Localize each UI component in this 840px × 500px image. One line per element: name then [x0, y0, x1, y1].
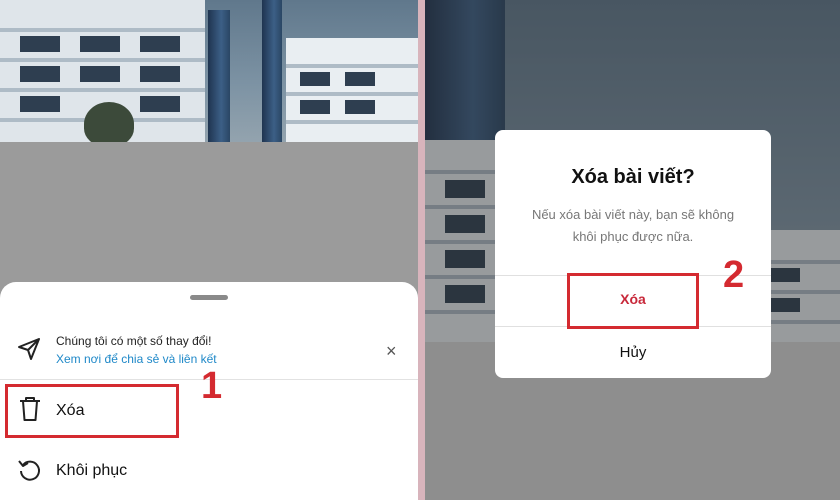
drag-handle[interactable] — [190, 295, 228, 300]
cancel-button[interactable]: Hủy — [495, 344, 771, 361]
restore-label: Khôi phục — [56, 462, 128, 479]
step-number-2: 2 — [723, 254, 745, 296]
dialog-title: Xóa bài viết? — [571, 166, 695, 188]
close-icon[interactable]: × — [386, 342, 397, 360]
left-screenshot-panel: Chúng tôi có một số thay đổi! Xem nơi để… — [0, 0, 418, 500]
highlight-box-delete — [5, 384, 179, 438]
send-icon — [18, 338, 40, 360]
step-number-1: 1 — [201, 365, 223, 407]
highlight-box-confirm — [567, 273, 699, 329]
dialog-message: Nếu xóa bài viết này, bạn sẽ không khôi … — [531, 207, 735, 244]
notice-title: Chúng tôi có một số thay đổi! — [56, 334, 212, 348]
notice-link[interactable]: Xem nơi để chia sẻ và liên kết — [56, 352, 217, 366]
restore-icon — [18, 460, 40, 481]
right-screenshot-panel: Xóa bài viết? Nếu xóa bài viết này, bạn … — [425, 0, 840, 500]
post-photo — [0, 0, 418, 142]
